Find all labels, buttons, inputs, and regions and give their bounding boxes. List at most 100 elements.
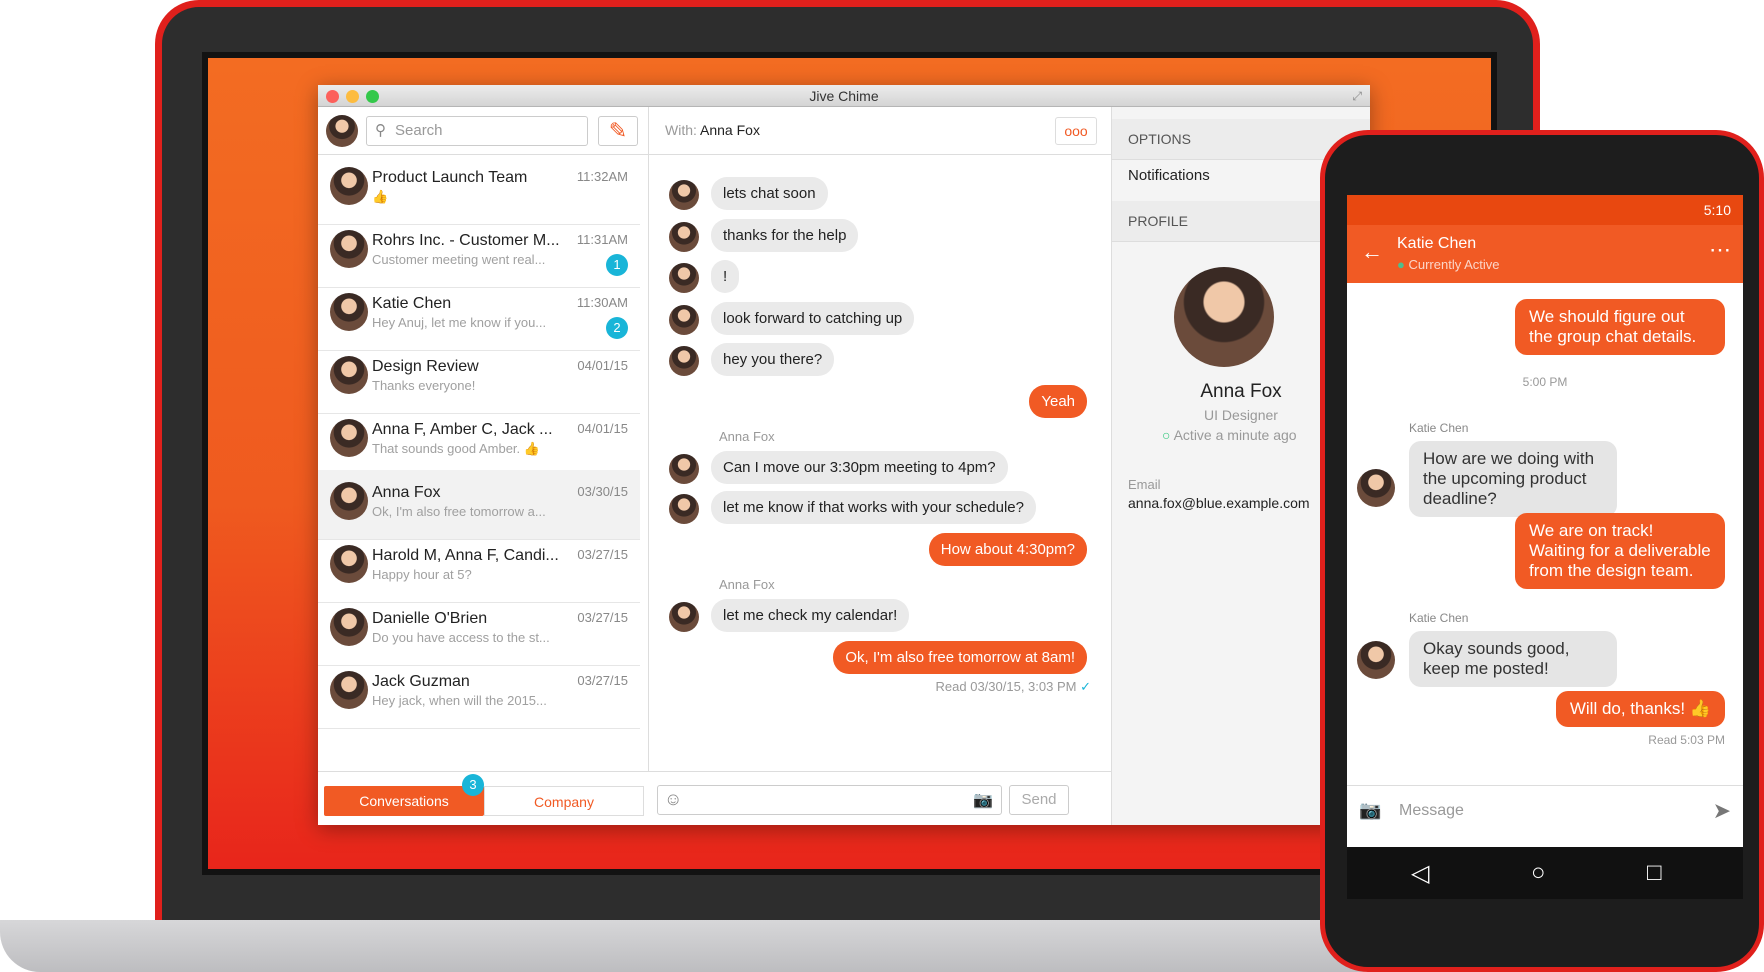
message-input[interactable]: ☺ 📷 [657, 785, 1002, 815]
phone-sender: Katie Chen [1409, 611, 1469, 625]
avatar [330, 167, 368, 205]
conversation-item[interactable]: Katie Chen Hey Anuj, let me know if you..… [318, 281, 640, 351]
phone-message-out: Will do, thanks! 👍 [1555, 691, 1725, 727]
message-avatar [669, 346, 699, 376]
title-bar: Jive Chime ⤢ [318, 85, 1370, 107]
send-button[interactable]: Send [1009, 785, 1069, 815]
chat-header: With: Anna Fox ooo [649, 107, 1111, 155]
conversation-item[interactable]: Jack Guzman Hey jack, when will the 2015.… [318, 659, 640, 729]
tab-conversations[interactable]: Conversations [324, 786, 484, 816]
message-bubble: Yeah [1029, 385, 1087, 418]
conversation-item[interactable]: Rohrs Inc. - Customer M... Customer meeti… [318, 218, 640, 288]
back-arrow-icon[interactable]: ← [1361, 239, 1383, 265]
message-bubble: Ok, I'm also free tomorrow at 8am! [833, 641, 1087, 674]
conversation-name: Anna Fox [372, 484, 441, 501]
fullscreen-icon[interactable]: ⤢ [1352, 85, 1362, 107]
message-bubble: let me check my calendar! [711, 599, 910, 632]
nav-back-icon[interactable]: ◁ [1411, 859, 1429, 888]
message-bubble: thanks for the help [711, 219, 859, 252]
conversation-name: Jack Guzman [372, 673, 470, 690]
close-window-button[interactable] [326, 90, 339, 103]
profile-status: ○ Active a minute ago [1162, 427, 1297, 443]
desktop-app-window: Jive Chime ⤢ ⚲ Search ✎ Product Launch T… [318, 85, 1370, 825]
avatar [330, 671, 368, 709]
user-avatar[interactable] [326, 115, 358, 147]
avatar [330, 356, 368, 394]
conversation-time: 11:32AM [576, 169, 628, 184]
conversation-item[interactable]: Anna Fox Ok, I'm also free tomorrow a... 0… [318, 470, 640, 540]
notifications-item[interactable]: Notifications [1128, 167, 1210, 184]
profile-avatar [1174, 267, 1274, 367]
time-stamp: 5:00 PM [1522, 375, 1568, 389]
phone-sender: Katie Chen [1409, 421, 1469, 435]
conversation-time: 03/27/15 [577, 673, 628, 688]
message-avatar [669, 454, 699, 484]
more-options-button[interactable]: ooo [1055, 117, 1097, 145]
unread-badge: 2 [606, 317, 628, 339]
phone-message-out: We are on track! Waiting for a deliverab… [1515, 513, 1725, 589]
message-avatar [669, 263, 699, 293]
conversation-name: Katie Chen [372, 295, 452, 312]
message-bubble: ! [711, 260, 740, 293]
tab-company[interactable]: Company [484, 786, 644, 816]
minimize-window-button[interactable] [346, 90, 359, 103]
avatar [330, 230, 368, 268]
conversation-sidebar: ⚲ Search ✎ Product Launch Team 👍 11:32AM Ro… [318, 107, 649, 825]
conversation-preview: Happy hour at 5? [372, 567, 472, 582]
nav-home-icon[interactable]: ○ [1531, 859, 1546, 887]
message-bubble: lets chat soon [711, 177, 828, 210]
conversation-preview: 👍 [372, 189, 389, 204]
phone-read-receipt: Read 5:03 PM [1648, 733, 1725, 747]
avatar [330, 419, 368, 457]
phone-message-out: We should figure out the group chat deta… [1515, 299, 1725, 355]
conversation-time: 11:31AM [576, 232, 628, 247]
message-avatar [669, 180, 699, 210]
conversation-preview: Ok, I'm also free tomorrow a... [372, 504, 546, 519]
send-icon[interactable]: ➤ [1713, 798, 1731, 824]
camera-icon[interactable]: 📷 [973, 790, 993, 810]
conversation-name: Product Launch Team [372, 169, 528, 186]
phone-message-input[interactable]: Message [1399, 802, 1464, 820]
zoom-window-button[interactable] [366, 90, 379, 103]
conversation-item[interactable]: Product Launch Team 👍 11:32AM [318, 155, 640, 225]
avatar [330, 545, 368, 583]
message-bubble: look forward to catching up [711, 302, 915, 335]
sender-avatar [1357, 469, 1395, 507]
nav-recents-icon[interactable]: □ [1647, 859, 1662, 887]
phone-composer: 📷 Message ➤ [1347, 785, 1743, 837]
conversation-item[interactable]: Design Review Thanks everyone! 04/01/15 [318, 344, 640, 414]
emoji-icon[interactable]: ☺ [664, 789, 682, 810]
message-bubble: hey you there? [711, 343, 835, 376]
search-icon: ⚲ [375, 122, 386, 139]
message-composer: ☺ 📷 Send [649, 771, 1112, 825]
conversations-badge: 3 [462, 774, 484, 796]
conversation-item[interactable]: Harold M, Anna F, Candi... Happy hour at … [318, 533, 640, 603]
search-input[interactable]: ⚲ Search [366, 116, 588, 146]
email-value[interactable]: anna.fox@blue.example.com [1128, 495, 1310, 511]
status-bar: 5:10 [1347, 195, 1743, 225]
email-label: Email [1128, 477, 1161, 492]
message-bubble: How about 4:30pm? [928, 533, 1087, 566]
bottom-tabs: Conversations 3 Company [318, 771, 649, 825]
search-bar: ⚲ Search ✎ [318, 107, 649, 155]
phone-message-in: How are we doing with the upcoming produ… [1409, 441, 1617, 517]
conversation-preview: Customer meeting went real... [372, 252, 546, 267]
compose-button[interactable]: ✎ [598, 116, 638, 146]
message-avatar [669, 305, 699, 335]
conversation-time: 04/01/15 [577, 358, 628, 373]
phone-contact-status: ● Currently Active [1397, 257, 1500, 272]
message-bubble: Can I move our 3:30pm meeting to 4pm? [711, 451, 1008, 484]
phone-frame: 5:10 ← Katie Chen ● Currently Active ⋯ W… [1320, 130, 1764, 972]
overflow-menu-icon[interactable]: ⋯ [1709, 237, 1731, 263]
laptop-base [0, 920, 1400, 972]
conversation-item[interactable]: Anna F, Amber C, Jack ... That sounds goo… [318, 407, 640, 477]
compose-icon: ✎ [608, 118, 628, 143]
camera-icon[interactable]: 📷 [1359, 800, 1381, 821]
message-avatar [669, 602, 699, 632]
avatar [330, 293, 368, 331]
message-avatar [669, 494, 699, 524]
phone-contact-name: Katie Chen [1397, 235, 1477, 252]
conversation-name: Anna F, Amber C, Jack ... [372, 421, 553, 438]
conversation-item[interactable]: Danielle O'Brien Do you have access to th… [318, 596, 640, 666]
conversation-name: Harold M, Anna F, Candi... [372, 547, 559, 564]
